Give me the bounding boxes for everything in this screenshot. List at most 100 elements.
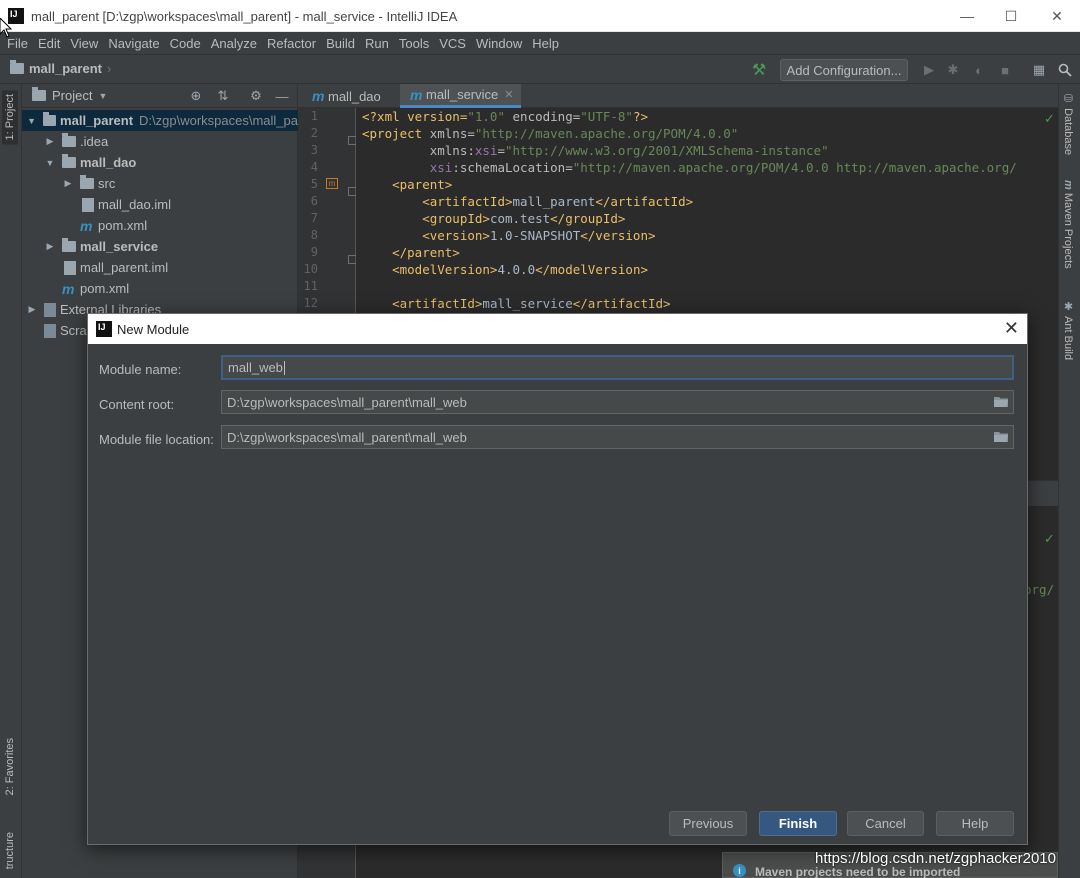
locate-target-icon[interactable]: ⊕ xyxy=(188,88,204,104)
close-window-button[interactable]: ✕ xyxy=(1034,0,1080,32)
menu-analyze[interactable]: Analyze xyxy=(206,36,262,51)
browse-folder-icon[interactable] xyxy=(993,395,1009,408)
tab-mall-service[interactable]: m mall_service ✕ xyxy=(400,84,522,108)
collapse-all-icon[interactable]: ⇅ xyxy=(215,88,231,104)
line-number: 8 xyxy=(310,228,318,242)
code-line-6: <artifactId>mall_parent</artifactId> xyxy=(362,194,694,209)
content-root-input[interactable]: D:\zgp\workspaces\mall_parent\mall_web xyxy=(221,390,1014,414)
tree-row-mall-dao[interactable]: ▼ mall_dao xyxy=(22,152,298,173)
dialog-title-bar: IJ New Module ✕ xyxy=(88,314,1027,344)
menu-tools[interactable]: Tools xyxy=(394,36,434,51)
module-file-location-label: Module file location: xyxy=(99,432,214,447)
menu-edit[interactable]: Edit xyxy=(33,36,65,51)
line-number: 9 xyxy=(310,245,318,259)
tree-label: mall_parent xyxy=(60,113,134,128)
finish-button[interactable]: Finish xyxy=(759,811,837,836)
code-line-9: </parent> xyxy=(362,245,460,260)
module-name-input[interactable]: mall_web xyxy=(221,355,1014,380)
maven-icon: m xyxy=(1062,180,1074,193)
tab-mall-dao[interactable]: m mall_dao xyxy=(302,84,389,108)
tree-row-mall-dao-iml[interactable]: mall_dao.iml xyxy=(22,194,298,215)
menu-run[interactable]: Run xyxy=(360,36,394,51)
settings-gear-icon[interactable]: ⚙ xyxy=(248,88,264,104)
tree-row-mall-parent-iml[interactable]: mall_parent.iml xyxy=(22,257,298,278)
dropdown-arrow-icon[interactable]: ▼ xyxy=(98,91,107,101)
collapsed-arrow-icon[interactable]: ▶ xyxy=(44,136,56,147)
line-number: 4 xyxy=(310,160,318,174)
tree-row-dao-pom[interactable]: m pom.xml xyxy=(22,215,298,236)
collapsed-arrow-icon[interactable]: ▶ xyxy=(26,304,38,315)
project-view-selector[interactable]: Project xyxy=(52,88,92,103)
tree-label: Scra xyxy=(60,323,87,338)
tree-row-src[interactable]: ▶ src xyxy=(22,173,298,194)
menu-help[interactable]: Help xyxy=(527,36,564,51)
project-tool-tab[interactable]: 1: Project xyxy=(2,90,18,145)
inspection-ok-icon[interactable]: ✓ xyxy=(1044,531,1055,547)
menu-bar: File Edit View Navigate Code Analyze Ref… xyxy=(0,32,1080,54)
menu-view[interactable]: View xyxy=(65,36,103,51)
override-marker-icon[interactable]: m xyxy=(326,178,338,189)
code-line-3: xmlns:xsi="http://www.w3.org/2001/XMLSch… xyxy=(362,143,829,158)
database-tool-tab[interactable]: ⛁ Database xyxy=(1062,92,1075,155)
menu-vcs[interactable]: VCS xyxy=(434,36,471,51)
text-caret xyxy=(283,360,285,375)
menu-build[interactable]: Build xyxy=(321,36,360,51)
cancel-button[interactable]: Cancel xyxy=(847,811,924,836)
hide-panel-icon[interactable]: — xyxy=(274,88,290,104)
structure-tool-tab[interactable]: tructure xyxy=(2,828,18,873)
chevron-right-icon: › xyxy=(106,61,112,76)
dialog-close-button[interactable]: ✕ xyxy=(1004,318,1019,339)
tree-path: D:\zgp\workspaces\mall_pa xyxy=(139,113,298,128)
tree-label: mall_parent.iml xyxy=(80,260,169,275)
close-tab-icon[interactable]: ✕ xyxy=(504,88,513,101)
expanded-arrow-icon[interactable]: ▼ xyxy=(44,158,56,168)
code-line-5: <parent> xyxy=(362,177,453,192)
add-configuration-button[interactable]: Add Configuration... xyxy=(780,59,908,81)
editor-tabs: m mall_dao m mall_service ✕ xyxy=(298,84,1058,108)
previous-button[interactable]: Previous xyxy=(669,811,747,836)
code-line-8: <version>1.0-SNAPSHOT</version> xyxy=(362,228,656,243)
expanded-arrow-icon[interactable]: ▼ xyxy=(26,116,37,126)
maven-file-icon: m xyxy=(62,280,75,297)
coverage-icon[interactable]: ◐ xyxy=(970,61,988,79)
tree-row-mall-service[interactable]: ▶ mall_service xyxy=(22,236,298,257)
build-hammer-icon[interactable]: ⚒ xyxy=(750,61,768,79)
folder-icon xyxy=(80,175,94,189)
tree-label: pom.xml xyxy=(98,218,148,233)
search-icon[interactable] xyxy=(1056,61,1074,79)
breadcrumb[interactable]: mall_parent › xyxy=(10,60,112,76)
iml-file-icon xyxy=(64,260,76,275)
menu-window[interactable]: Window xyxy=(471,36,527,51)
maven-file-icon: m xyxy=(410,86,423,103)
debug-icon[interactable]: ✱ xyxy=(944,61,962,79)
menu-code[interactable]: Code xyxy=(165,36,206,51)
browse-folder-icon[interactable] xyxy=(993,430,1009,443)
stop-icon[interactable]: ■ xyxy=(996,61,1014,79)
collapsed-arrow-icon[interactable]: ▶ xyxy=(44,241,56,252)
favorites-tool-tab[interactable]: 2: Favorites xyxy=(2,734,18,799)
library-icon xyxy=(44,302,56,317)
tree-label: mall_service xyxy=(80,239,159,254)
intellij-logo-icon: IJ xyxy=(96,321,112,337)
project-structure-icon[interactable]: ▦ xyxy=(1030,61,1048,79)
run-icon[interactable]: ▶ xyxy=(920,61,938,79)
tree-row-mall-parent[interactable]: ▼ mall_parent D:\zgp\workspaces\mall_pa xyxy=(22,110,298,131)
minimize-button[interactable]: — xyxy=(944,0,990,32)
inspection-ok-icon[interactable]: ✓ xyxy=(1044,111,1055,127)
module-folder-icon xyxy=(62,154,76,168)
module-file-location-input[interactable]: D:\zgp\workspaces\mall_parent\mall_web xyxy=(221,425,1014,449)
maximize-button[interactable]: ☐ xyxy=(988,0,1034,32)
collapsed-arrow-icon[interactable]: ▶ xyxy=(62,178,74,189)
maven-tool-tab[interactable]: m Maven Projects xyxy=(1062,180,1074,269)
module-name-label: Module name: xyxy=(99,362,182,377)
ant-build-tool-tab[interactable]: ✱ Ant Build xyxy=(1062,300,1075,360)
menu-refactor[interactable]: Refactor xyxy=(262,36,321,51)
iml-file-icon xyxy=(82,197,94,212)
help-button[interactable]: Help xyxy=(936,811,1014,836)
breadcrumb-project[interactable]: mall_parent xyxy=(29,61,102,76)
info-icon: i xyxy=(733,864,746,877)
line-number: 12 xyxy=(303,296,318,310)
tree-row-parent-pom[interactable]: m pom.xml xyxy=(22,278,298,299)
menu-navigate[interactable]: Navigate xyxy=(103,36,164,51)
tree-row-idea[interactable]: ▶ .idea xyxy=(22,131,298,152)
